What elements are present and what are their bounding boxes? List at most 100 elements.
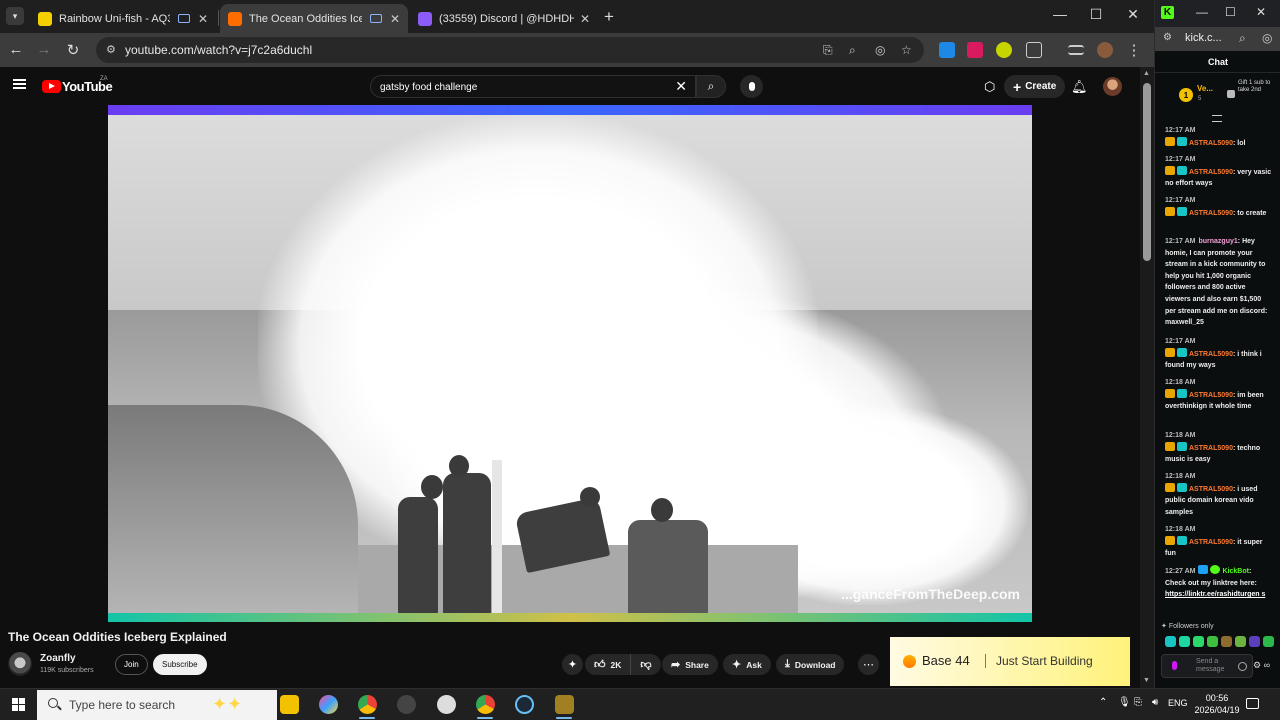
message-username[interactable]: ASTRAL5090 <box>1189 351 1233 358</box>
tab-aq3d[interactable]: Rainbow Uni-fish - AQ3D ✕ <box>30 4 216 33</box>
search-input[interactable] <box>380 79 670 95</box>
message-username[interactable]: ASTRAL5090 <box>1189 486 1233 493</box>
address-bar[interactable]: ⚙ youtube.com/watch?v=j7c2a6duchl ⎘ ⌕ ◎ … <box>96 37 924 63</box>
emote-icon[interactable] <box>1249 636 1260 647</box>
address-url[interactable]: youtube.com/watch?v=j7c2a6duchl <box>125 43 312 57</box>
emoji-picker-icon[interactable] <box>1238 662 1247 671</box>
bookmark-star-icon[interactable]: ☆ <box>901 43 912 57</box>
network-icon[interactable]: ⎘ <box>1134 697 1142 708</box>
install-app-icon[interactable]: ⎘ <box>823 43 833 58</box>
maximize-icon[interactable]: ☐ <box>1085 6 1107 23</box>
taskbar-search[interactable]: Type here to search ✦✦ <box>37 690 277 720</box>
close-tab-icon[interactable]: ✕ <box>198 12 208 26</box>
eye-off-icon[interactable]: ◎ <box>875 43 885 57</box>
tab-discord[interactable]: (33559) Discord | @HDHDHDH ✕ <box>410 4 598 33</box>
clock[interactable]: 00:56 2026/04/19 <box>1192 692 1242 716</box>
youtube-logo-icon[interactable] <box>42 80 61 93</box>
windows-start-icon[interactable] <box>12 698 25 711</box>
scroll-down-icon[interactable]: ▼ <box>1143 677 1150 684</box>
emote-icon[interactable] <box>1165 636 1176 647</box>
emote-icon[interactable] <box>1193 636 1204 647</box>
profile-avatar-icon[interactable] <box>1097 42 1113 58</box>
maximize-icon[interactable]: ☐ <box>1225 5 1236 19</box>
like-button[interactable]: 👍︎ 2K <box>585 654 632 675</box>
share-button[interactable]: ➦ Share <box>662 654 718 675</box>
eye-off-icon[interactable]: ◎ <box>1262 31 1272 45</box>
menu-hamburger-icon[interactable] <box>13 79 26 89</box>
kick-address-bar[interactable]: ⚙ kick.c... ⌕ ◎ <box>1155 27 1280 51</box>
channel-avatar[interactable] <box>8 652 32 676</box>
menu-kebab-icon[interactable]: ⋮ <box>1124 41 1144 59</box>
close-window-icon[interactable]: ✕ <box>1256 5 1266 19</box>
ask-button[interactable]: ✦ Ask <box>723 654 771 675</box>
zoom-icon[interactable]: ⌕ <box>1239 31 1246 46</box>
tab-ocean-oddities[interactable]: The Ocean Oddities Iceberg ✕ <box>220 4 408 33</box>
bell-icon[interactable]: 🔔︎ <box>1071 79 1088 95</box>
minimize-icon[interactable]: — <box>1196 5 1208 19</box>
chat-mic-icon[interactable] <box>1172 661 1177 670</box>
file-explorer-icon[interactable] <box>280 695 299 714</box>
gemini-sparkle-icon[interactable]: ✦ <box>562 654 583 675</box>
close-tab-icon[interactable]: ✕ <box>390 12 400 26</box>
message-username[interactable]: ASTRAL5090 <box>1189 445 1233 452</box>
dislike-button[interactable]: 👎︎ <box>631 654 660 675</box>
ad-banner[interactable]: Base 44 Just Start Building <box>890 637 1130 686</box>
message-username[interactable]: ASTRAL5090 <box>1189 392 1233 399</box>
cast-icon[interactable]: ⬡ <box>984 79 995 95</box>
message-username[interactable]: ASTRAL5090 <box>1189 210 1233 217</box>
extension-icon[interactable] <box>996 42 1012 58</box>
message-username[interactable]: KickBot <box>1222 568 1248 575</box>
reload-icon[interactable]: ↻ <box>63 41 83 59</box>
kick-address-url[interactable]: kick.c... <box>1185 32 1222 44</box>
zoom-icon[interactable]: ⌕ <box>849 43 856 58</box>
create-button[interactable]: + Create <box>1004 75 1066 98</box>
close-window-icon[interactable]: ✕ <box>1122 6 1144 23</box>
close-tab-icon[interactable]: ✕ <box>580 12 590 26</box>
emote-icon[interactable] <box>1235 636 1246 647</box>
forward-arrow-icon[interactable]: → <box>34 41 54 58</box>
join-button[interactable]: Join <box>115 654 148 675</box>
language-indicator[interactable]: ENG <box>1168 698 1188 708</box>
new-tab-plus-icon[interactable]: + <box>604 7 614 27</box>
search-box[interactable]: ✕ <box>370 75 696 98</box>
download-button[interactable]: ⤓ Download <box>776 654 845 675</box>
emote-icon[interactable] <box>1221 636 1232 647</box>
microphone-icon[interactable]: 🎙︎ <box>1118 697 1131 708</box>
extension-icon[interactable] <box>967 42 983 58</box>
extension-icon[interactable] <box>939 42 955 58</box>
message-username[interactable]: ASTRAL5090 <box>1189 539 1233 546</box>
notification-icon[interactable] <box>1246 698 1259 709</box>
site-info-icon[interactable]: ⚙ <box>1163 32 1172 43</box>
chrome-profile-icon[interactable] <box>476 695 495 714</box>
chat-filter-icon[interactable] <box>1212 115 1222 122</box>
emote-icon[interactable] <box>1207 636 1218 647</box>
message-username[interactable]: ASTRAL5090 <box>1189 169 1233 176</box>
message-username[interactable]: burnazguy1 <box>1198 238 1237 245</box>
channel-name[interactable]: Zoanfly <box>40 653 76 664</box>
app-icon[interactable] <box>437 695 456 714</box>
chat-input[interactable]: Send a message <box>1161 654 1253 678</box>
video-player[interactable]: ...ganceFromTheDeep.com <box>108 105 1032 622</box>
site-info-icon[interactable]: ⚙ <box>106 43 116 56</box>
chrome-icon[interactable] <box>358 695 377 714</box>
volume-icon[interactable]: 🔊︎ <box>1152 697 1158 708</box>
voice-search-button[interactable] <box>740 75 763 98</box>
back-arrow-icon[interactable]: ← <box>6 41 26 58</box>
game-app-icon[interactable] <box>555 695 574 714</box>
account-avatar[interactable] <box>1103 77 1122 96</box>
page-scrollbar[interactable]: ▲ ▼ <box>1140 67 1154 688</box>
tab-search-button[interactable]: ▾ <box>6 7 24 25</box>
emote-icon[interactable] <box>1179 636 1190 647</box>
scrollbar-thumb[interactable] <box>1143 83 1151 261</box>
clear-search-icon[interactable]: ✕ <box>675 78 687 95</box>
gift-sub-prompt[interactable]: Gift 1 sub to take 2nd <box>1238 80 1276 94</box>
chevron-up-icon[interactable]: ⌃ <box>1099 697 1107 708</box>
copilot-icon[interactable] <box>319 695 338 714</box>
extensions-puzzle-icon[interactable] <box>1026 42 1042 58</box>
scroll-up-icon[interactable]: ▲ <box>1143 70 1150 77</box>
chat-settings-icon[interactable]: ⚙ ∞ <box>1253 660 1270 671</box>
media-control-icon[interactable] <box>1068 45 1084 55</box>
message-username[interactable]: ASTRAL5090 <box>1189 140 1233 147</box>
emote-icon[interactable] <box>1263 636 1274 647</box>
message-link[interactable]: https://linktr.ee/rashidturgen s <box>1165 591 1265 598</box>
